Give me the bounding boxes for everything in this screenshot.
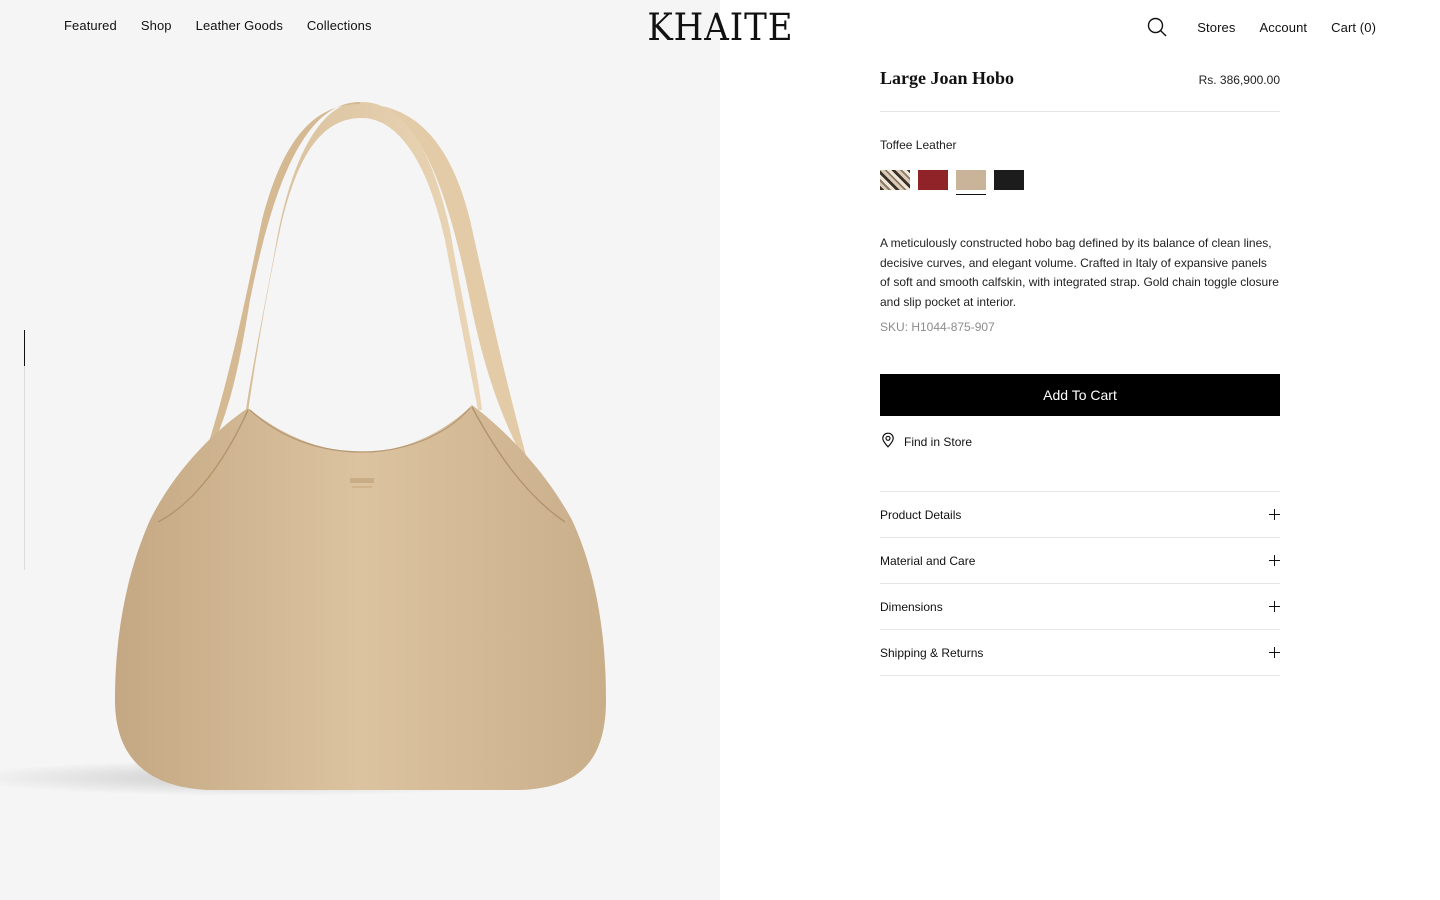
product-image <box>0 102 606 796</box>
accordion-product-details[interactable]: Product Details <box>880 492 1280 538</box>
swatch-python[interactable] <box>880 170 910 190</box>
accordion-shipping-returns[interactable]: Shipping & Returns <box>880 630 1280 676</box>
nav-shop[interactable]: Shop <box>141 18 172 33</box>
scroll-indicator[interactable] <box>24 330 25 570</box>
find-in-store-label: Find in Store <box>904 434 973 449</box>
product-price: Rs. 386,900.00 <box>1198 73 1280 87</box>
color-label: Toffee Leather <box>880 138 957 152</box>
accordion-dimensions[interactable]: Dimensions <box>880 584 1280 630</box>
nav-cart[interactable]: Cart (0) <box>1331 20 1376 35</box>
scroll-thumb[interactable] <box>24 330 25 366</box>
product-info: Large Joan Hobo Rs. 386,900.00 Toffee Le… <box>880 68 1280 676</box>
swatch-black[interactable] <box>994 170 1024 190</box>
accordion-material-care[interactable]: Material and Care <box>880 538 1280 584</box>
utility-nav: Stores Account Cart (0) <box>1147 17 1376 37</box>
plus-icon <box>1269 555 1280 566</box>
swatch-red[interactable] <box>918 170 948 190</box>
product-gallery[interactable] <box>0 0 720 900</box>
accordion-label: Material and Care <box>880 553 976 568</box>
brand-logo[interactable]: KHAITE <box>647 6 792 50</box>
product-title: Large Joan Hobo <box>880 68 1015 88</box>
add-to-cart-button[interactable]: Add To Cart <box>880 374 1280 416</box>
nav-leather-goods[interactable]: Leather Goods <box>196 18 283 33</box>
search-icon[interactable] <box>1147 17 1167 37</box>
nav-collections[interactable]: Collections <box>307 18 372 33</box>
product-description: A meticulously constructed hobo bag defi… <box>880 236 1279 309</box>
accordion-label: Shipping & Returns <box>880 645 984 660</box>
plus-icon <box>1269 509 1280 520</box>
product-accordion: Product Details Material and Care Dimens… <box>880 491 1280 676</box>
nav-stores[interactable]: Stores <box>1197 20 1235 35</box>
plus-icon <box>1269 647 1280 658</box>
accordion-label: Dimensions <box>880 599 943 614</box>
main-nav: Featured Shop Leather Goods Collections <box>64 18 372 33</box>
accordion-label: Product Details <box>880 507 962 522</box>
title-row: Large Joan Hobo Rs. 386,900.00 <box>880 68 1280 112</box>
nav-account[interactable]: Account <box>1259 20 1307 35</box>
color-swatches <box>880 170 1280 196</box>
swatch-toffee[interactable] <box>956 170 986 195</box>
site-header: Featured Shop Leather Goods Collections … <box>0 0 1440 56</box>
map-pin-icon <box>880 432 896 451</box>
find-in-store-link[interactable]: Find in Store <box>880 432 1280 451</box>
plus-icon <box>1269 601 1280 612</box>
nav-featured[interactable]: Featured <box>64 18 117 33</box>
product-sku: SKU: H1044-875-907 <box>880 320 995 334</box>
